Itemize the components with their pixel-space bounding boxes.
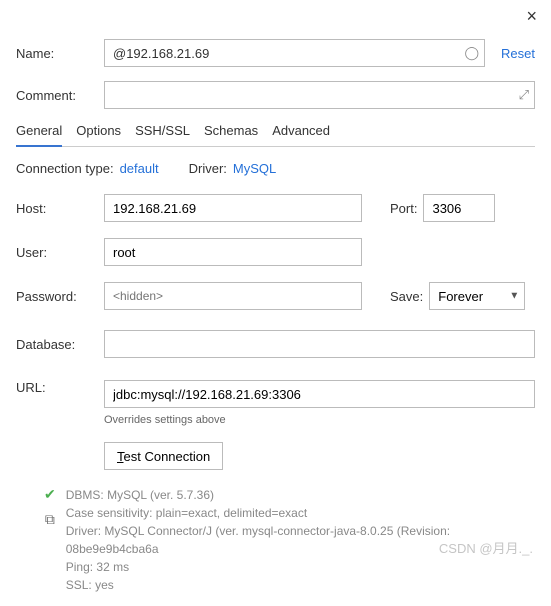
check-icon: ✔ bbox=[44, 486, 56, 503]
test-connection-button[interactable]: Test Connection bbox=[104, 442, 223, 470]
database-input[interactable] bbox=[104, 330, 535, 358]
url-label: URL: bbox=[16, 380, 98, 395]
driver-label: Driver: bbox=[189, 161, 227, 176]
tab-ssh-ssl[interactable]: SSH/SSL bbox=[135, 123, 190, 140]
password-input[interactable] bbox=[104, 282, 362, 310]
user-label: User: bbox=[16, 245, 98, 260]
save-label: Save: bbox=[390, 289, 423, 304]
port-input[interactable] bbox=[423, 194, 495, 222]
driver-link[interactable]: MySQL bbox=[233, 161, 276, 176]
copy-icon[interactable]: ⧉ bbox=[45, 511, 55, 528]
password-label: Password: bbox=[16, 289, 98, 304]
host-input[interactable] bbox=[104, 194, 362, 222]
close-icon[interactable]: × bbox=[526, 6, 537, 27]
tab-options[interactable]: Options bbox=[76, 123, 121, 140]
status-dbms: DBMS: MySQL (ver. 5.7.36) bbox=[66, 486, 535, 504]
host-label: Host: bbox=[16, 201, 98, 216]
reset-link[interactable]: Reset bbox=[501, 46, 535, 61]
tab-schemas[interactable]: Schemas bbox=[204, 123, 258, 140]
tab-general[interactable]: General bbox=[16, 123, 62, 147]
tab-advanced[interactable]: Advanced bbox=[272, 123, 330, 140]
database-label: Database: bbox=[16, 337, 98, 352]
port-label: Port: bbox=[390, 201, 417, 216]
url-override-note: Overrides settings above bbox=[104, 414, 535, 426]
comment-label: Comment: bbox=[16, 88, 98, 103]
status-case: Case sensitivity: plain=exact, delimited… bbox=[66, 504, 535, 522]
name-label: Name: bbox=[16, 46, 98, 61]
status-ssl: SSL: yes bbox=[66, 576, 535, 594]
circle-icon: ◯ bbox=[464, 45, 479, 61]
tabs: General Options SSH/SSL Schemas Advanced bbox=[16, 123, 535, 147]
user-input[interactable] bbox=[104, 238, 362, 266]
watermark: CSDN @月月._. bbox=[439, 538, 533, 557]
connection-type-label: Connection type: bbox=[16, 161, 114, 176]
comment-input[interactable] bbox=[104, 81, 535, 109]
url-input[interactable] bbox=[104, 380, 535, 408]
status-ping: Ping: 32 ms bbox=[66, 558, 535, 576]
datasource-dialog: Name: ◯ Reset Comment: ⤢ General Options… bbox=[0, 27, 551, 606]
connection-type-link[interactable]: default bbox=[120, 161, 159, 176]
name-input[interactable] bbox=[104, 39, 485, 67]
save-select[interactable] bbox=[429, 282, 525, 310]
test-button-text: est Connection bbox=[124, 449, 211, 464]
expand-icon[interactable]: ⤢ bbox=[519, 87, 529, 103]
